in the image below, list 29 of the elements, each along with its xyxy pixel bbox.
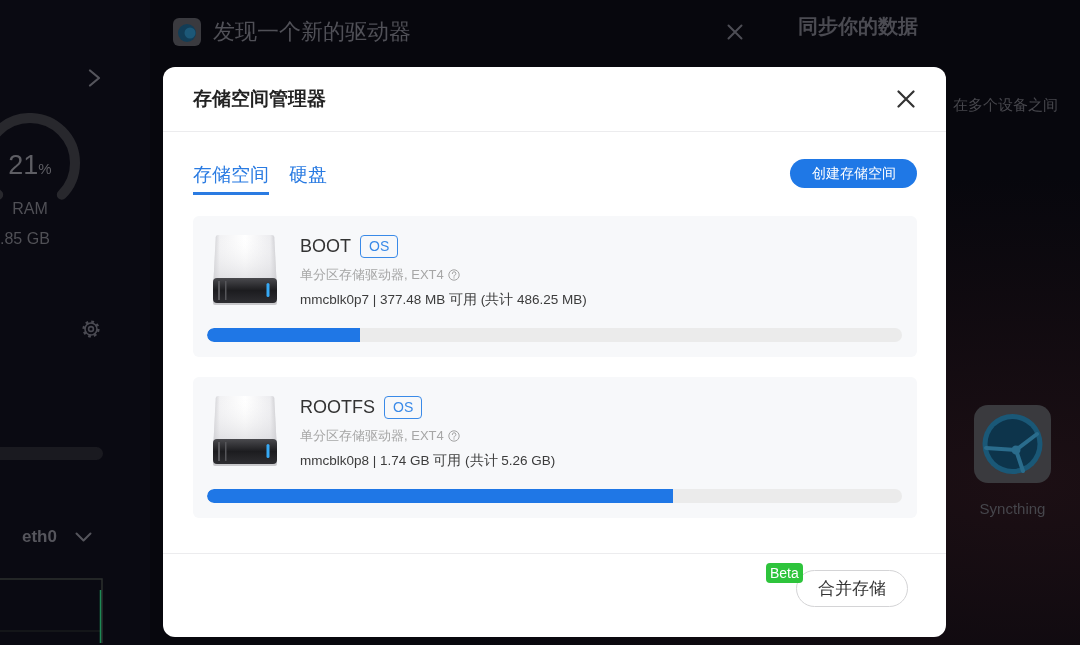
tab[interactable]: 存储空间 [193,162,269,195]
ram-percent: 21% [8,150,52,180]
volume-name: BOOT [300,235,351,257]
help-icon[interactable] [447,269,460,281]
help-icon[interactable] [447,430,460,442]
volume-name: ROOTFS [300,396,375,418]
dialog-title: 存储空间管理器 [193,87,326,111]
chevron-right-icon[interactable] [88,69,101,87]
panel-title: 同步你的数据 [798,14,919,39]
volume-usage: mmcblk0p7 | 377.48 MB 可用 (共计 486.25 MB) [300,291,587,309]
tab[interactable]: 硬盘 [289,162,327,195]
app-icon [173,18,201,46]
volume-type: 单分区存储驱动器, EXT4 [300,266,444,284]
create-storage-button[interactable]: 创建存储空间 [790,159,917,188]
close-icon[interactable] [897,90,915,108]
app-icon[interactable] [974,405,1051,483]
caret-icon[interactable] [74,532,92,542]
ram-amount: .85 GB [0,230,50,248]
notification-title: 发现一个新的驱动器 [213,18,411,46]
os-badge: OS [384,395,423,419]
beta-badge: Beta [766,563,803,583]
volume-type: 单分区存储驱动器, EXT4 [300,427,444,445]
interface-dropdown[interactable]: eth0 [22,526,92,548]
ram-label: RAM [12,200,48,218]
panel-description: 在多个设备之间 [953,95,1059,115]
volume-usage: mmcblk0p8 | 1.74 GB 可用 (共计 5.26 GB) [300,452,556,470]
app-label: Syncthing [979,500,1046,518]
os-badge: OS [360,234,399,258]
settings-icon[interactable] [81,319,101,339]
